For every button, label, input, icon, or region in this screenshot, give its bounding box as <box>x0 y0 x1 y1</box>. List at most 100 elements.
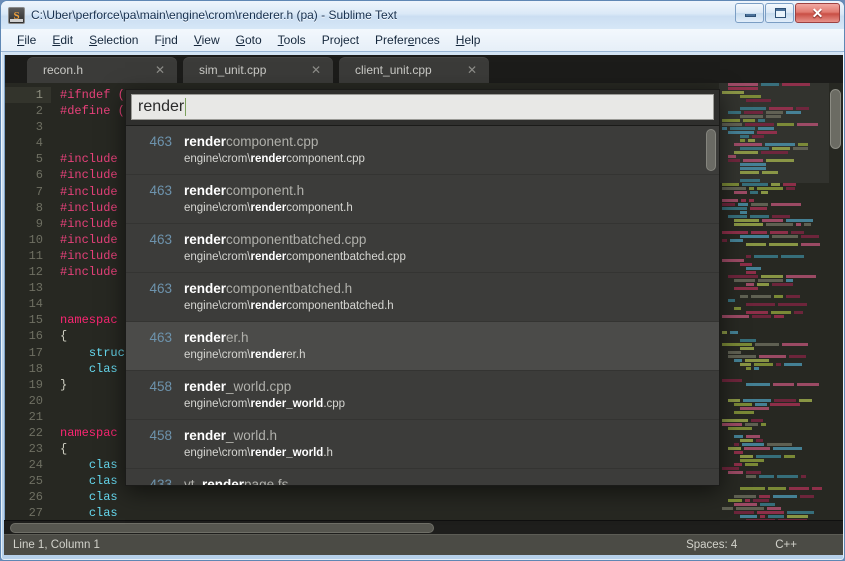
minimap-token <box>722 343 752 346</box>
minimap-token <box>740 515 757 518</box>
minimap-token <box>766 111 783 114</box>
minimap-token <box>722 419 748 422</box>
minimap-token <box>757 187 783 190</box>
menu-view[interactable]: View <box>186 31 228 49</box>
editor-vertical-scrollbar[interactable] <box>830 85 841 532</box>
result-row[interactable]: 463rendercomponent.cppengine\crom\render… <box>126 126 719 175</box>
tab-close-icon[interactable]: ✕ <box>155 63 165 77</box>
minimap-token <box>740 295 748 298</box>
result-row[interactable]: 463rendercomponent.hengine\crom\renderco… <box>126 175 719 224</box>
result-path-match: render <box>250 251 286 263</box>
menu-selection[interactable]: Selection <box>81 31 146 49</box>
minimap-token <box>746 383 770 386</box>
result-row[interactable]: 463rendercomponentbatched.hengine\crom\r… <box>126 273 719 322</box>
result-row[interactable]: 463rendercomponentbatched.cppengine\crom… <box>126 224 719 273</box>
menu-goto[interactable]: Goto <box>228 31 270 49</box>
minimap-token <box>750 191 758 194</box>
cursor-position: Line 1, Column 1 <box>13 539 100 551</box>
minimap-token <box>734 191 747 194</box>
minimap-token <box>734 279 755 282</box>
minimap-line <box>719 383 829 386</box>
search-query-text: render <box>138 98 184 116</box>
minimap-token <box>740 407 769 410</box>
line-number: 14 <box>5 296 51 312</box>
minimap-line <box>719 479 829 482</box>
close-button[interactable]: ✕ <box>795 3 840 23</box>
minimap-token <box>750 207 767 210</box>
result-row[interactable]: 458render_world.hengine\crom\render_worl… <box>126 420 719 469</box>
result-title: 463rendercomponentbatched.h <box>140 280 719 298</box>
tab-client-unit-cpp[interactable]: client_unit.cpp ✕ <box>339 57 489 83</box>
minimap-line <box>719 235 829 238</box>
result-remainder: component.h <box>226 183 304 198</box>
minimap-token <box>762 219 783 222</box>
minimap-token <box>791 231 804 234</box>
minimap-token <box>776 363 781 366</box>
minimap-line <box>719 375 829 378</box>
restore-button[interactable] <box>765 3 794 23</box>
result-match: render <box>184 232 226 247</box>
minimap-token <box>742 443 764 446</box>
minimap-token <box>728 427 752 430</box>
minimap-token <box>797 123 818 126</box>
syntax-mode[interactable]: C++ <box>775 539 797 551</box>
menu-find[interactable]: Find <box>146 31 185 49</box>
minimap-token <box>801 243 820 246</box>
scrollbar-thumb[interactable] <box>10 523 434 533</box>
results-scrollbar[interactable] <box>706 129 716 481</box>
tab-close-icon[interactable]: ✕ <box>467 63 477 77</box>
minimap-token <box>722 127 727 130</box>
minimap-line <box>719 243 829 246</box>
minimap-line <box>719 259 829 262</box>
result-row[interactable]: 433vt_renderpage.fsengine\shaders\gl\vt_… <box>126 469 719 486</box>
minimize-button[interactable] <box>735 3 764 23</box>
tab-close-icon[interactable]: ✕ <box>311 63 321 77</box>
tab-recon-h[interactable]: recon.h ✕ <box>27 57 177 83</box>
minimap-line <box>719 339 829 342</box>
minimap-line <box>719 407 829 410</box>
minimap-line <box>719 499 829 502</box>
minimap-token <box>781 255 804 258</box>
minimap-line <box>719 395 829 398</box>
minimap-token <box>797 383 819 386</box>
minimap-line <box>719 115 829 118</box>
minimap-token <box>722 467 739 470</box>
minimap-line <box>719 311 829 314</box>
minimap-token <box>786 295 800 298</box>
minimap-token <box>728 275 758 278</box>
tab-sim-unit-cpp[interactable]: sim_unit.cpp ✕ <box>183 57 333 83</box>
minimize-icon <box>745 14 756 17</box>
minimap-token <box>786 275 816 278</box>
minimap-token <box>745 499 750 502</box>
menu-project[interactable]: Project <box>314 31 367 49</box>
editor-horizontal-scrollbar[interactable] <box>4 520 843 534</box>
minimap-token <box>728 83 758 86</box>
menu-help[interactable]: Help <box>448 31 489 49</box>
minimap-line <box>719 167 829 170</box>
scrollbar-thumb[interactable] <box>706 129 716 171</box>
line-number: 4 <box>5 135 51 151</box>
minimap-token <box>740 439 753 442</box>
menu-edit[interactable]: Edit <box>44 31 81 49</box>
scrollbar-thumb[interactable] <box>830 89 841 149</box>
minimap-line <box>719 151 829 154</box>
minimap-token <box>740 339 756 342</box>
minimap-line <box>719 471 829 474</box>
sublime-text-logo-icon <box>8 7 25 24</box>
result-score: 458 <box>140 378 172 396</box>
minimap-line <box>719 319 829 322</box>
menu-tools[interactable]: Tools <box>270 31 314 49</box>
minimap-token <box>786 279 793 282</box>
search-input[interactable]: render <box>131 94 714 120</box>
minimap-line <box>719 247 829 250</box>
minimap[interactable] <box>719 83 829 534</box>
result-path: engine\crom\rendercomponentbatched.h <box>184 298 719 314</box>
result-row[interactable]: 458render_world.cppengine\crom\render_wo… <box>126 371 719 420</box>
menu-preferences[interactable]: Preferences <box>367 31 448 49</box>
minimap-token <box>734 443 739 446</box>
menu-file[interactable]: File <box>9 31 44 49</box>
minimap-token <box>759 495 770 498</box>
result-row[interactable]: 463renderer.hengine\crom\renderer.h <box>126 322 719 371</box>
restore-icon <box>775 8 786 18</box>
indent-setting[interactable]: Spaces: 4 <box>686 539 737 551</box>
